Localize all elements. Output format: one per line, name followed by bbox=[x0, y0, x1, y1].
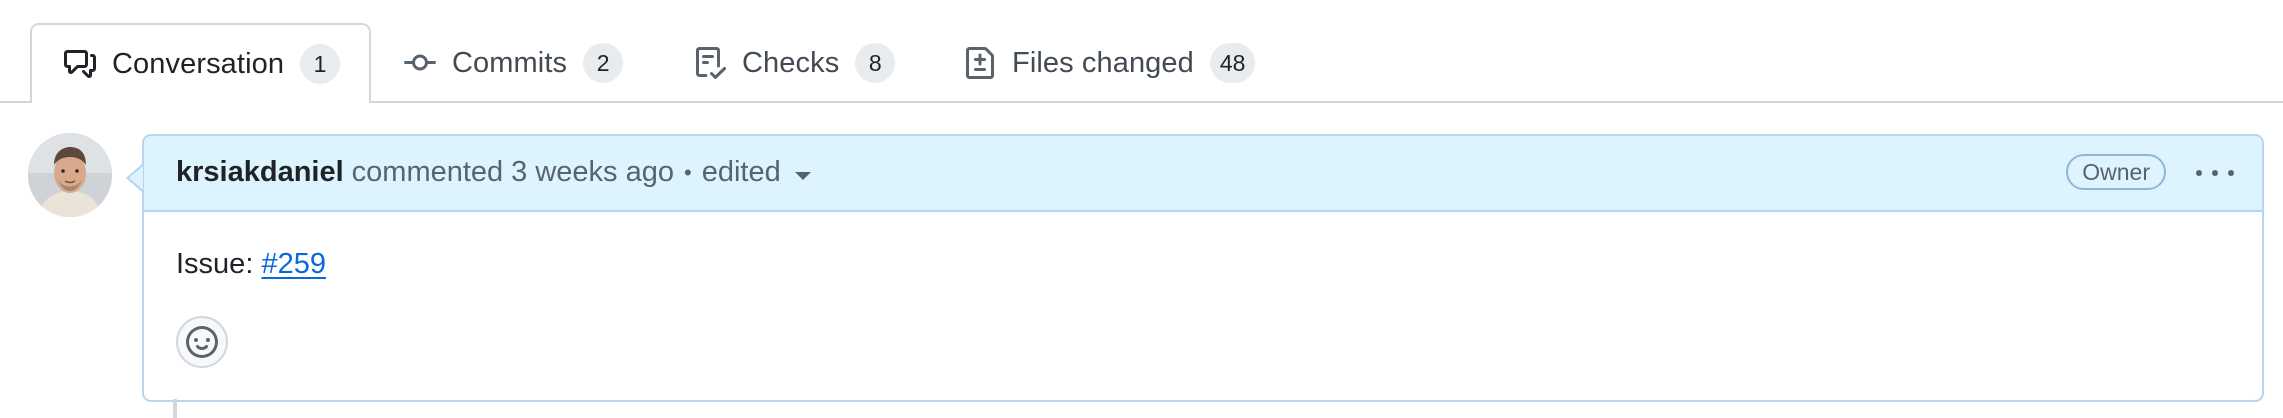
comment-meta: krsiakdaniel commented 3 weeks ago • edi… bbox=[176, 156, 811, 189]
tab-conversation[interactable]: Conversation 1 bbox=[30, 23, 371, 103]
add-reaction-button[interactable] bbox=[176, 316, 228, 368]
tab-files-changed[interactable]: Files changed 48 bbox=[964, 24, 1256, 102]
tab-label: Files changed bbox=[1012, 46, 1194, 79]
issue-link[interactable]: #259 bbox=[261, 248, 326, 280]
file-diff-icon bbox=[966, 47, 994, 79]
timeline-connector bbox=[173, 399, 177, 418]
tab-counter: 2 bbox=[583, 43, 624, 83]
comment-pointer-fill bbox=[129, 166, 143, 190]
tab-commits[interactable]: Commits 2 bbox=[404, 24, 624, 102]
user-avatar-image bbox=[28, 133, 112, 217]
smiley-icon bbox=[186, 326, 218, 358]
comment-discussion-icon bbox=[64, 50, 96, 78]
pr-tab-bar: Conversation 1 Commits 2 Checks 8 Files … bbox=[0, 0, 2283, 103]
tab-label: Commits bbox=[452, 46, 568, 79]
tab-label: Conversation bbox=[112, 47, 285, 80]
meta-separator: • bbox=[684, 159, 692, 185]
tab-label: Checks bbox=[742, 46, 840, 79]
tab-counter: 8 bbox=[855, 43, 896, 83]
comment-header: krsiakdaniel commented 3 weeks ago • edi… bbox=[144, 136, 2262, 212]
tab-checks[interactable]: Checks 8 bbox=[694, 24, 896, 102]
comment-action: commented bbox=[351, 156, 504, 188]
edited-label: edited bbox=[701, 156, 781, 188]
caret-down-icon bbox=[794, 171, 811, 180]
owner-role-badge: Owner bbox=[2066, 154, 2166, 190]
comment-body-text: Issue: bbox=[176, 248, 254, 280]
kebab-horizontal-icon[interactable] bbox=[2196, 155, 2234, 191]
comment-timestamp-link[interactable]: 3 weeks ago bbox=[511, 156, 674, 189]
git-commit-icon bbox=[404, 54, 436, 71]
tab-counter: 1 bbox=[300, 44, 341, 84]
comment-box: krsiakdaniel commented 3 weeks ago • edi… bbox=[142, 134, 2264, 402]
edited-history-dropdown[interactable]: edited bbox=[702, 156, 811, 189]
checklist-icon bbox=[696, 47, 726, 79]
avatar[interactable] bbox=[28, 133, 112, 217]
comment-body: Issue: #259 bbox=[176, 248, 326, 281]
comment-author-link[interactable]: krsiakdaniel bbox=[176, 156, 344, 189]
tab-counter: 48 bbox=[1209, 43, 1256, 83]
